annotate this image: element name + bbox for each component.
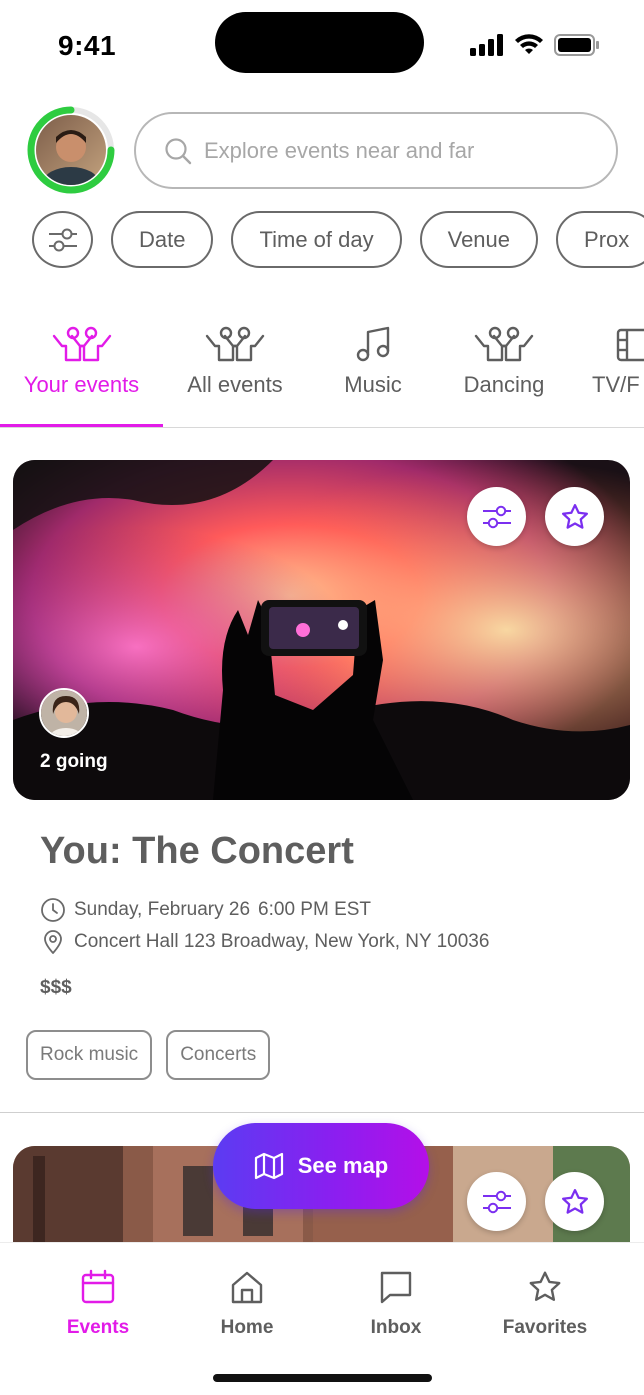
event-image[interactable] (13, 460, 630, 800)
signal-icon (470, 34, 503, 56)
tab-events[interactable]: Events (28, 1269, 168, 1339)
star-icon (561, 1188, 588, 1214)
filter-bar: Date Time of day Venue Prox (32, 211, 644, 268)
next-event-favorite-button[interactable] (545, 1172, 604, 1231)
film-icon (616, 328, 644, 362)
search-icon (165, 137, 192, 164)
tab-inbox[interactable]: Inbox (326, 1269, 466, 1339)
status-time: 9:41 (58, 30, 117, 61)
bottom-tab-bar: Events Home Inbox Favorites (0, 1242, 644, 1395)
location-pin-icon (44, 930, 62, 954)
category-tab-dancing[interactable]: Dancing (456, 300, 552, 427)
category-tab-your-events[interactable]: Your events (20, 300, 143, 427)
filter-chip-proximity[interactable]: Prox (556, 211, 644, 268)
battery-icon (554, 34, 599, 56)
tab-favorites[interactable]: Favorites (475, 1269, 615, 1339)
home-icon (231, 1271, 263, 1304)
event-time: 6:00 PM EST (258, 899, 372, 920)
attendee-avatar[interactable] (39, 688, 89, 738)
category-tabs: Your events All events Music Dancing TV/… (0, 300, 644, 428)
event-location: Concert Hall 123 Broadway, New York, NY … (74, 931, 490, 952)
category-label: Music (344, 372, 402, 397)
people-icon (474, 326, 534, 362)
category-label: Your events (23, 372, 140, 397)
favorite-button[interactable] (545, 487, 604, 546)
chat-bubble-icon (380, 1271, 412, 1304)
event-date: Sunday, February 26 (74, 899, 251, 920)
wifi-icon (515, 34, 543, 54)
status-icons (470, 34, 600, 56)
status-bar: 9:41 (0, 0, 644, 92)
filter-chip-date[interactable]: Date (111, 211, 214, 268)
event-datetime: Sunday, February 26 6:00 PM EST (40, 897, 371, 923)
map-icon (254, 1152, 283, 1180)
category-label: Dancing (463, 372, 545, 397)
music-note-icon (356, 326, 390, 362)
home-indicator (213, 1374, 432, 1382)
search-input[interactable]: Explore events near and far (134, 112, 618, 189)
sliders-icon (48, 228, 77, 251)
search-placeholder: Explore events near and far (204, 137, 475, 163)
dynamic-island (215, 12, 424, 73)
tab-label: Home (220, 1317, 274, 1338)
tab-label: Inbox (370, 1317, 422, 1338)
card-divider (0, 1112, 644, 1113)
see-map-label: See map (297, 1153, 389, 1178)
see-map-button[interactable]: See map (213, 1123, 429, 1209)
active-tab-indicator (0, 424, 163, 427)
tab-label: Events (66, 1317, 130, 1338)
calendar-icon (81, 1269, 115, 1304)
profile-avatar[interactable] (27, 106, 115, 194)
filter-chip-venue[interactable]: Venue (419, 211, 539, 268)
star-icon (561, 503, 588, 529)
filter-settings-button[interactable] (32, 211, 93, 268)
filter-chip-time-of-day[interactable]: Time of day (231, 211, 402, 268)
tag-rock-music[interactable]: Rock music (26, 1030, 153, 1080)
star-icon (529, 1271, 561, 1301)
tab-home[interactable]: Home (177, 1269, 317, 1339)
category-label: All events (187, 372, 283, 397)
people-icon (52, 326, 111, 362)
sliders-icon (482, 505, 511, 528)
event-title[interactable]: You: The Concert (40, 830, 354, 873)
event-location-row: Concert Hall 123 Broadway, New York, NY … (40, 929, 489, 955)
category-tab-tv-film[interactable]: TV/F (592, 300, 644, 427)
event-tags: Rock music Concerts (26, 1030, 271, 1080)
going-count: 2 going (40, 751, 108, 772)
sliders-icon (482, 1190, 511, 1213)
category-tab-music[interactable]: Music (332, 300, 414, 427)
category-label: TV/F (592, 372, 640, 397)
tag-concerts[interactable]: Concerts (166, 1030, 271, 1080)
tab-label: Favorites (502, 1317, 588, 1338)
people-icon (205, 326, 265, 362)
event-filter-button[interactable] (467, 487, 526, 546)
next-event-filter-button[interactable] (467, 1172, 526, 1231)
event-price: $$$ (40, 977, 72, 998)
avatar-photo (36, 115, 106, 185)
clock-icon (41, 898, 65, 922)
category-tab-all-events[interactable]: All events (180, 300, 290, 427)
